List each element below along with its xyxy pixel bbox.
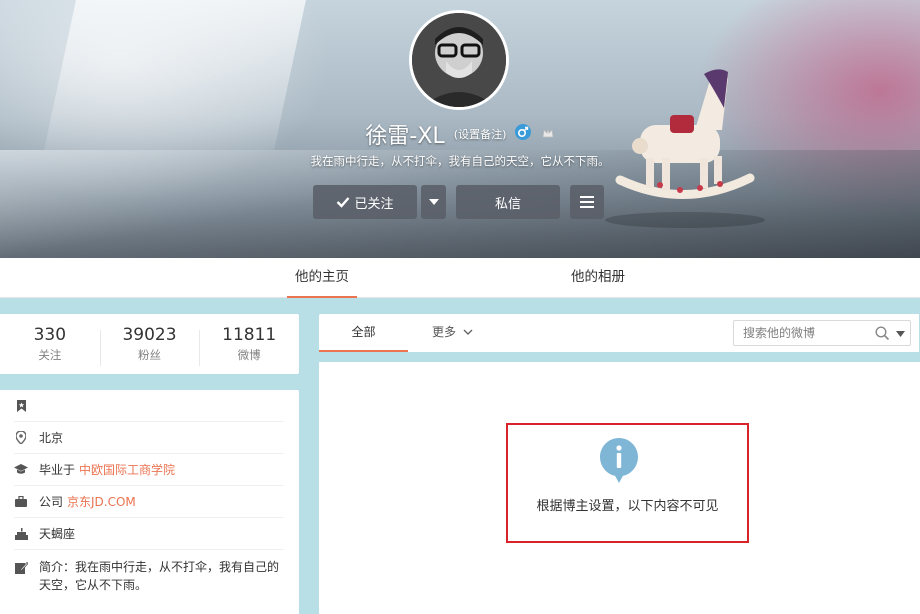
stat-following-count: 330 xyxy=(33,325,67,345)
chevron-down-icon xyxy=(463,329,473,335)
profile-tabbar: 他的主页 他的相册 xyxy=(0,258,920,298)
menu-icon xyxy=(580,196,594,208)
profile-info-panel: 北京 毕业于 中欧国际工商学院 公司 京东JD.COM 天蝎座 简介：我在雨中行… xyxy=(0,390,299,614)
followed-button[interactable]: 已关注 xyxy=(313,185,417,219)
feed-filter-bar: 全部 更多 xyxy=(319,314,919,352)
stats-panel: 330 关注 39023 粉丝 11811 微博 xyxy=(0,314,299,374)
avatar-portrait xyxy=(412,13,506,107)
tab-home[interactable]: 他的主页 xyxy=(287,258,357,298)
male-icon xyxy=(515,124,532,144)
stat-following[interactable]: 330 关注 xyxy=(0,324,100,364)
info-icon xyxy=(600,438,638,483)
more-menu-button[interactable] xyxy=(570,185,604,219)
location-text: 北京 xyxy=(39,431,64,445)
feed-search xyxy=(733,320,911,346)
stat-followers-count: 39023 xyxy=(122,325,177,345)
crown-icon[interactable] xyxy=(541,125,555,144)
search-icon[interactable] xyxy=(875,326,890,341)
briefcase-icon xyxy=(14,495,28,509)
stat-posts[interactable]: 11811 微博 xyxy=(199,324,299,366)
feed-search-input[interactable] xyxy=(734,321,872,345)
profile-bio: 我在雨中行走，从不打伞，我有自己的天空，它从不下雨。 xyxy=(310,154,610,168)
followed-label: 已关注 xyxy=(354,196,394,212)
restricted-notice-text: 根据博主设置，以下内容不可见 xyxy=(536,499,719,514)
restricted-notice: 根据博主设置，以下内容不可见 xyxy=(506,423,749,543)
info-row-location: 北京 xyxy=(14,422,284,454)
profile-name: 徐雷-XL xyxy=(365,124,445,149)
feed-tab-more[interactable]: 更多 xyxy=(432,314,492,352)
constellation-text: 天蝎座 xyxy=(39,527,76,541)
message-label: 私信 xyxy=(494,196,521,212)
message-button[interactable]: 私信 xyxy=(456,185,560,219)
caret-down-icon xyxy=(428,199,439,205)
stat-followers-label: 粉丝 xyxy=(138,348,161,362)
feed-content: 根据博主设置，以下内容不可见 xyxy=(319,362,920,614)
info-row-constellation: 天蝎座 xyxy=(14,518,284,550)
cake-icon xyxy=(14,527,28,541)
info-row-tag xyxy=(14,390,284,422)
profile-header: 徐雷-XL (设置备注) xyxy=(0,118,920,150)
intro-text: 简介：我在雨中行走，从不打伞，我有自己的天空，它从不下雨。 xyxy=(39,560,280,592)
stat-posts-count: 11811 xyxy=(222,325,277,345)
graduation-cap-icon xyxy=(14,463,28,477)
info-row-intro: 简介：我在雨中行走，从不打伞，我有自己的天空，它从不下雨。 xyxy=(14,550,284,594)
follow-options-dropdown[interactable] xyxy=(421,185,446,219)
info-row-education: 毕业于 中欧国际工商学院 xyxy=(14,454,284,486)
caret-down-icon[interactable] xyxy=(896,331,905,337)
location-pin-icon xyxy=(14,431,28,445)
education-prefix: 毕业于 xyxy=(39,463,76,477)
stat-followers[interactable]: 39023 粉丝 xyxy=(99,324,200,366)
stat-following-label: 关注 xyxy=(38,348,62,362)
school-link[interactable]: 中欧国际工商学院 xyxy=(79,461,175,478)
tab-album[interactable]: 他的相册 xyxy=(556,258,640,298)
stat-posts-label: 微博 xyxy=(237,348,261,362)
checkmark-icon xyxy=(337,197,350,208)
company-prefix: 公司 xyxy=(39,495,64,509)
info-row-company: 公司 京东JD.COM xyxy=(14,486,284,518)
set-remark-link[interactable]: (设置备注) xyxy=(454,128,507,141)
feed-tab-more-label: 更多 xyxy=(432,325,457,339)
company-link[interactable]: 京东JD.COM xyxy=(67,493,136,510)
feed-tab-all[interactable]: 全部 xyxy=(319,314,408,352)
bookmark-icon xyxy=(14,399,28,413)
edit-note-icon xyxy=(14,560,28,574)
avatar[interactable] xyxy=(409,10,509,110)
